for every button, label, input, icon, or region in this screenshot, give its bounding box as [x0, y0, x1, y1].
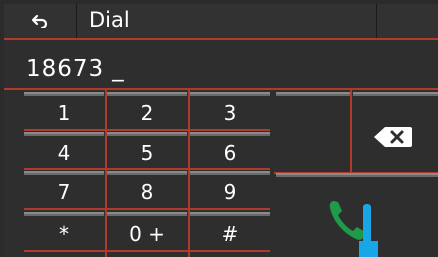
backspace-icon [374, 127, 412, 147]
header-divider [376, 4, 377, 38]
key-6[interactable]: 6 [190, 132, 270, 167]
key-4[interactable]: 4 [24, 132, 104, 167]
key-star[interactable]: * [24, 212, 104, 249]
dial-screen: Dial 18673 _ 1 2 3 4 5 6 7 8 9 * 0 + # [4, 4, 438, 257]
pointer-hand-icon [359, 204, 378, 257]
key-7[interactable]: 7 [24, 171, 104, 207]
display-separator [4, 88, 438, 90]
key-5[interactable]: 5 [107, 132, 187, 167]
key-hash[interactable]: # [190, 212, 270, 249]
key-0-plus[interactable]: 0 + [107, 212, 187, 249]
right-col-divider [350, 90, 352, 172]
dialed-number-display: 18673 _ [26, 56, 125, 82]
key-8[interactable]: 8 [107, 171, 187, 207]
dialed-number: 18673 [26, 56, 105, 82]
back-arrow-icon [31, 14, 48, 28]
keypad-row-divider [24, 129, 270, 131]
blank-key [276, 92, 350, 172]
header-bar: Dial [4, 4, 438, 40]
backspace-button[interactable] [353, 92, 438, 172]
keypad-row-divider [24, 250, 270, 252]
call-button[interactable] [276, 173, 438, 257]
back-button[interactable] [4, 4, 77, 38]
keypad-row-divider [24, 208, 270, 210]
key-9[interactable]: 9 [190, 171, 270, 207]
key-2[interactable]: 2 [107, 92, 187, 128]
page-title: Dial [89, 8, 130, 32]
input-cursor: _ [112, 56, 125, 82]
key-3[interactable]: 3 [190, 92, 270, 128]
keypad-row-divider [24, 168, 270, 170]
key-1[interactable]: 1 [24, 92, 104, 128]
